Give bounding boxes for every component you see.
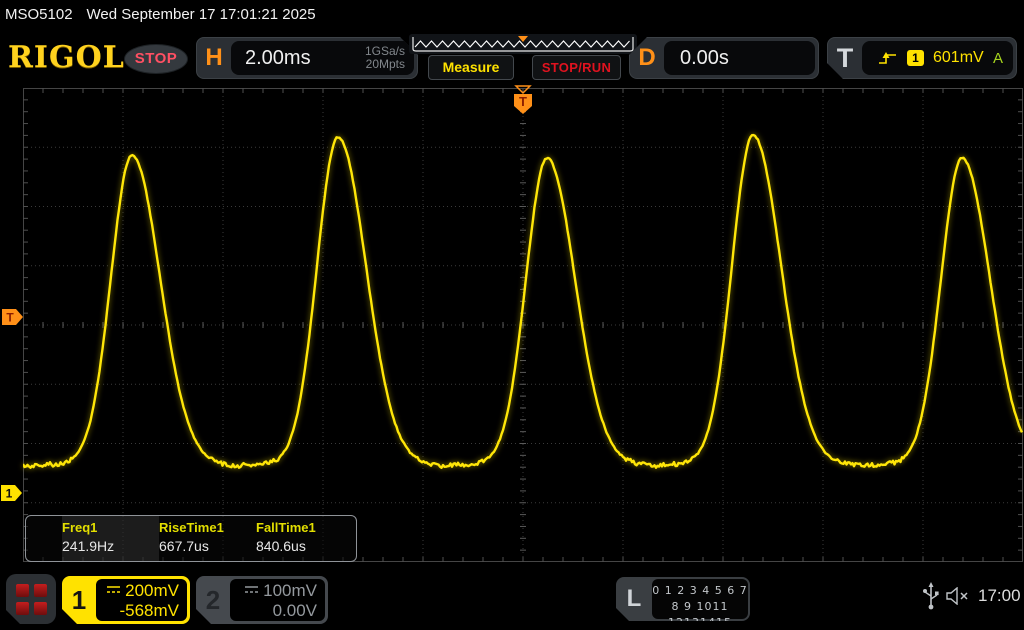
sample-rate: 1GSa/s [365,44,405,58]
svg-text:T: T [6,311,14,325]
channel2-scale: 100mV [263,581,317,600]
red-grid-squares-icon [16,584,29,597]
trigger-source-badge: 1 [907,50,924,66]
measurement-label: RiseTime1 [159,520,256,535]
acquisition-state-badge: STOP [124,44,188,74]
logic-label: L [616,577,652,621]
logic-row-0-7: 0 1 2 3 4 5 6 7 [652,583,748,599]
datetime: Wed September 17 17:01:21 2025 [87,6,316,23]
measurement-value: 840.6us [256,538,353,554]
channel1-block[interactable]: 1 200mV -568mV [62,576,190,624]
delay-value: 0.00s [680,47,729,70]
channel1-number: 1 [62,576,96,624]
measurement-label: FallTime1 [256,520,353,535]
rising-edge-trigger-icon [878,51,898,66]
waveform-display[interactable] [23,88,1023,562]
measurement-label: Freq1 [62,520,159,535]
red-grid-squares-icon [16,602,29,615]
dc-coupling-icon [244,585,259,594]
channel1-scale: 200mV [125,581,179,600]
speaker-muted-icon [946,587,974,605]
delay-panel[interactable]: D 0.00s [629,37,819,79]
measure-button[interactable]: Measure [428,55,514,80]
red-grid-squares-icon [34,584,47,597]
rigol-logo: RIGOL [8,40,125,75]
channel1-offset: -568mV [96,601,179,621]
horizontal-panel[interactable]: H 2.00ms 1GSa/s 20Mpts [196,37,418,79]
measurement-freq[interactable]: Freq1 241.9Hz [62,516,159,561]
oscilloscope-screen: MSO5102 Wed September 17 17:01:21 2025 RI… [0,0,1024,630]
horizontal-label: H [197,44,231,72]
red-grid-squares-icon [34,602,47,615]
measurements-box[interactable]: Freq1 241.9Hz RiseTime1 667.7us FallTime… [25,515,357,562]
measurement-value: 667.7us [159,538,256,554]
measurement-risetime[interactable]: RiseTime1 667.7us [159,516,256,561]
usb-icon [922,582,940,610]
menu-button[interactable] [6,574,56,624]
measurement-falltime[interactable]: FallTime1 840.6us [256,516,353,561]
trigger-level-value: 601mV [933,49,984,67]
status-clock: 17:00 [978,586,1021,606]
measurement-value: 241.9Hz [62,538,159,554]
trigger-label: T [828,43,862,74]
trigger-mode: A [993,50,1003,67]
trigger-level-marker[interactable]: T [2,309,24,326]
record-overview-strip[interactable] [409,34,637,54]
channel2-number: 2 [196,576,230,624]
channel1-waveform [23,88,1023,562]
trigger-position-marker[interactable]: T [513,85,533,115]
trigger-panel[interactable]: T 1 601mV A [827,37,1017,79]
record-overview-zigzag [409,34,637,54]
timebase-value: 2.00ms [245,47,311,70]
svg-text:T: T [519,94,527,109]
sample-rate-memory: 1GSa/s 20Mpts [365,45,405,71]
channel2-block[interactable]: 2 100mV 0.00V [196,576,328,624]
logic-row-8-15: 8 9 1011 12131415 [652,599,748,630]
dc-coupling-icon [106,585,121,594]
channel1-zero-marker[interactable]: 1 [1,485,23,502]
model-name: MSO5102 [5,6,73,23]
logic-channels-block[interactable]: L 0 1 2 3 4 5 6 7 8 9 1011 12131415 [616,577,750,621]
memory-depth: 20Mpts [366,57,405,71]
svg-text:1: 1 [6,487,13,501]
stop-run-button[interactable]: STOP/RUN [532,55,621,80]
channel2-offset: 0.00V [230,601,317,621]
top-info-bar: MSO5102 Wed September 17 17:01:21 2025 [0,0,1024,30]
